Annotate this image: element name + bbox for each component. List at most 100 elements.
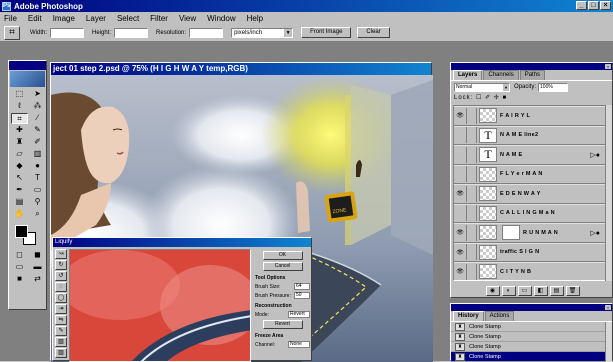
liquify-cancel-button[interactable]: Cancel — [262, 262, 303, 271]
menu-edit[interactable]: Edit — [28, 14, 42, 23]
layer-row[interactable]: TN A M E line2 — [454, 125, 606, 145]
layer-row[interactable]: 👁 R U N M A N ▷● — [454, 223, 606, 243]
history-close-icon[interactable]: × — [605, 305, 611, 310]
liquify-preview[interactable] — [69, 249, 251, 362]
resolution-field[interactable] — [189, 27, 224, 38]
liquify-title[interactable]: Liquify — [53, 238, 311, 247]
layers-palette-titlebar[interactable]: × — [451, 63, 612, 70]
new-set-icon[interactable]: ▭ — [517, 286, 532, 296]
layer-row[interactable]: 👁 E D E N W A Y — [454, 184, 606, 204]
adobe-logo-icon[interactable] — [10, 71, 45, 87]
path-select-icon[interactable]: ↖ — [11, 173, 28, 184]
shift-pixels-tool-icon[interactable]: ⇥ — [55, 304, 67, 314]
bloat-tool-icon[interactable]: ◯ — [55, 293, 67, 303]
shape-tool-icon[interactable]: ▭ — [29, 185, 46, 196]
layer-effects-icon[interactable]: ▷● — [590, 229, 600, 237]
menu-file[interactable]: File — [4, 14, 17, 23]
layer-row[interactable]: 👁 C I T Y N B — [454, 262, 606, 280]
liquify-ok-button[interactable]: OK — [262, 251, 303, 260]
mode-select[interactable]: Revert — [288, 311, 310, 318]
width-field[interactable] — [50, 27, 85, 38]
menu-view[interactable]: View — [179, 14, 196, 23]
layer-link-slot[interactable] — [466, 166, 477, 183]
crop-tool-icon[interactable]: ⌗ — [11, 113, 28, 124]
close-button[interactable]: × — [600, 1, 611, 10]
layer-link-slot[interactable] — [466, 107, 477, 124]
layer-link-slot[interactable] — [466, 146, 477, 163]
warp-tool-icon[interactable]: ↝ — [55, 249, 67, 259]
thaw-tool-icon[interactable]: ▨ — [55, 348, 67, 358]
dodge-tool-icon[interactable]: ● — [29, 161, 46, 172]
twirl-ccw-tool-icon[interactable]: ↺ — [55, 271, 67, 281]
pucker-tool-icon[interactable]: ◌ — [55, 282, 67, 292]
visibility-eye-icon[interactable]: 👁 — [454, 249, 466, 256]
lock-options-icons[interactable]: ☐ ✐ ✢ ■ — [476, 95, 507, 101]
notes-tool-icon[interactable]: ▤ — [11, 197, 28, 208]
zoom-tool-icon[interactable]: ⌕ — [29, 209, 46, 220]
lasso-tool-icon[interactable]: ℓ — [11, 101, 28, 112]
freeze-tool-icon[interactable]: ▧ — [55, 337, 67, 347]
magic-wand-tool-icon[interactable]: ⁂ — [29, 101, 46, 112]
screen-mode-full-icon[interactable]: ▬ — [29, 262, 46, 273]
history-item[interactable]: ♜ Clone Stamp — [451, 322, 612, 332]
move-tool-icon[interactable]: ➤ — [29, 89, 46, 100]
adjustment-layer-icon[interactable]: ◧ — [533, 286, 548, 296]
layer-row[interactable]: F L Y e r M A N — [454, 164, 606, 184]
front-image-button[interactable]: Front Image — [301, 27, 352, 38]
reflection-tool-icon[interactable]: ⇋ — [55, 315, 67, 325]
layer-link-slot[interactable] — [466, 224, 477, 241]
pen-tool-icon[interactable]: ✒ — [11, 185, 28, 196]
blur-tool-icon[interactable]: ◆ — [11, 161, 28, 172]
menu-image[interactable]: Image — [53, 14, 75, 23]
layer-link-slot[interactable] — [466, 244, 477, 261]
trash-icon[interactable]: 🗑 — [565, 286, 580, 296]
eyedropper-icon[interactable]: ⚲ — [29, 197, 46, 208]
quick-mask-icon[interactable]: ◼ — [29, 250, 46, 261]
tab-layers[interactable]: Layers — [453, 70, 483, 80]
layer-link-slot[interactable] — [466, 185, 477, 202]
clear-button[interactable]: Clear — [357, 27, 390, 38]
layer-link-slot[interactable] — [466, 205, 477, 222]
resolution-units-select[interactable]: pixels/inch — [231, 27, 294, 38]
history-palette-titlebar[interactable]: × — [451, 304, 612, 311]
tab-history[interactable]: History — [453, 311, 484, 321]
visibility-eye-icon[interactable]: 👁 — [454, 229, 466, 236]
screen-mode-fullscreen-icon[interactable]: ■ — [11, 274, 28, 285]
minimize-button[interactable]: _ — [576, 1, 587, 10]
brush-pressure-field[interactable]: 50 — [294, 292, 310, 299]
visibility-eye-icon[interactable]: 👁 — [454, 112, 466, 119]
tab-paths[interactable]: Paths — [519, 70, 546, 80]
twirl-cw-tool-icon[interactable]: ↻ — [55, 260, 67, 270]
channel-select[interactable]: None — [288, 341, 310, 348]
foreground-color-swatch[interactable] — [15, 225, 28, 238]
brush-size-field[interactable]: 64 — [294, 283, 310, 290]
visibility-eye-icon[interactable]: 👁 — [454, 268, 466, 275]
menu-help[interactable]: Help — [247, 14, 263, 23]
slice-tool-icon[interactable]: ∕ — [29, 113, 46, 124]
layer-effects-icon[interactable]: ▷● — [590, 151, 600, 159]
standard-mode-icon[interactable]: ◻ — [11, 250, 28, 261]
menu-select[interactable]: Select — [117, 14, 139, 23]
layers-scrollbar[interactable] — [605, 105, 612, 281]
tab-channels[interactable]: Channels — [483, 70, 519, 80]
healing-brush-icon[interactable]: ✚ — [11, 125, 28, 136]
crop-tool-icon[interactable]: ⌗ — [4, 25, 20, 40]
hand-tool-icon[interactable]: ✋ — [11, 209, 28, 220]
layer-row[interactable]: 👁 F A I R Y L — [454, 106, 606, 126]
layer-row[interactable]: 👁 traffic S I G N — [454, 242, 606, 262]
history-scrollbar[interactable] — [605, 322, 612, 362]
layer-style-icon[interactable]: ◉ — [485, 286, 500, 296]
document-title[interactable]: ject 01 step 2.psd @ 75% (H I G H W A Y … — [51, 63, 431, 75]
new-layer-icon[interactable]: ▤ — [549, 286, 564, 296]
revert-button[interactable]: Revert — [262, 320, 303, 329]
add-mask-icon[interactable]: ◐ — [501, 286, 516, 296]
history-item[interactable]: ♜ Clone Stamp — [451, 332, 612, 342]
menu-window[interactable]: Window — [207, 14, 235, 23]
blend-mode-select[interactable]: Normal — [454, 82, 510, 92]
layer-link-slot[interactable] — [466, 127, 477, 144]
layer-mask-thumbnail[interactable] — [502, 225, 520, 241]
screen-mode-standard-icon[interactable]: ▭ — [11, 262, 28, 273]
gradient-tool-icon[interactable]: ▥ — [29, 149, 46, 160]
clone-stamp-icon[interactable]: ♜ — [11, 137, 28, 148]
layer-row[interactable]: TN A M E ▷● — [454, 145, 606, 165]
